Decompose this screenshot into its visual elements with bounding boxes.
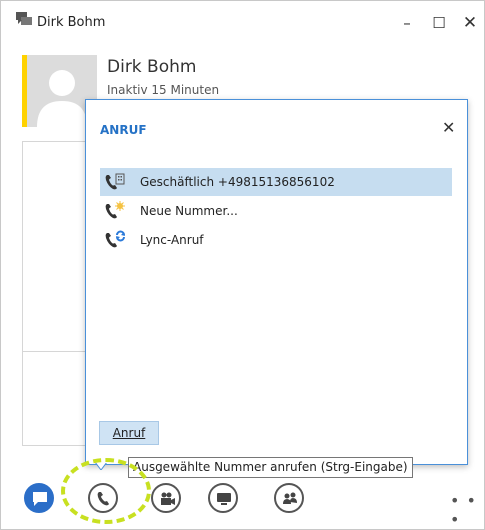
instant-message-button[interactable] [24, 483, 54, 513]
minimize-button[interactable]: – [397, 13, 417, 33]
popup-close-button[interactable]: ✕ [442, 118, 455, 137]
new-number-phone-icon [104, 201, 126, 221]
conversation-window: Dirk Bohm – ☐ ✕ Dirk Bohm Inaktiv 15 Min… [0, 0, 485, 530]
menu-item-label: Neue Nummer... [140, 204, 238, 218]
chat-bubble-icon [33, 492, 47, 506]
present-button[interactable] [208, 483, 238, 513]
menu-item-new-number[interactable]: Neue Nummer... [100, 197, 452, 225]
participants-button[interactable] [274, 483, 304, 513]
people-icon [283, 492, 297, 504]
menu-item-label: Geschäftlich +49815136856102 [140, 175, 335, 189]
contact-status: Inaktiv 15 Minuten [107, 83, 220, 97]
lync-call-icon [104, 230, 126, 250]
video-button[interactable] [151, 483, 181, 513]
call-options-popup: ANRUF ✕ Geschäftlich +49815136856102 Neu… [85, 99, 468, 465]
popup-title: ANRUF [100, 123, 147, 137]
video-camera-icon [161, 492, 175, 505]
maximize-button[interactable]: ☐ [429, 13, 449, 33]
more-options-button[interactable]: • • • [450, 491, 484, 529]
call-button[interactable]: Anruf [99, 421, 159, 445]
monitor-icon [217, 493, 231, 505]
title-bar: Dirk Bohm – ☐ ✕ [1, 1, 484, 41]
window-title: Dirk Bohm [37, 15, 106, 30]
highlight-ring [61, 458, 151, 524]
work-phone-icon [104, 172, 126, 192]
lync-app-icon [15, 11, 33, 29]
menu-item-lync-call[interactable]: Lync-Anruf [100, 226, 452, 254]
menu-item-work-number[interactable]: Geschäftlich +49815136856102 [100, 168, 452, 196]
contact-name: Dirk Bohm [107, 57, 197, 77]
close-window-button[interactable]: ✕ [460, 13, 480, 33]
menu-item-label: Lync-Anruf [140, 233, 204, 247]
call-tooltip: Ausgewählte Nummer anrufen (Strg-Eingabe… [128, 457, 413, 478]
